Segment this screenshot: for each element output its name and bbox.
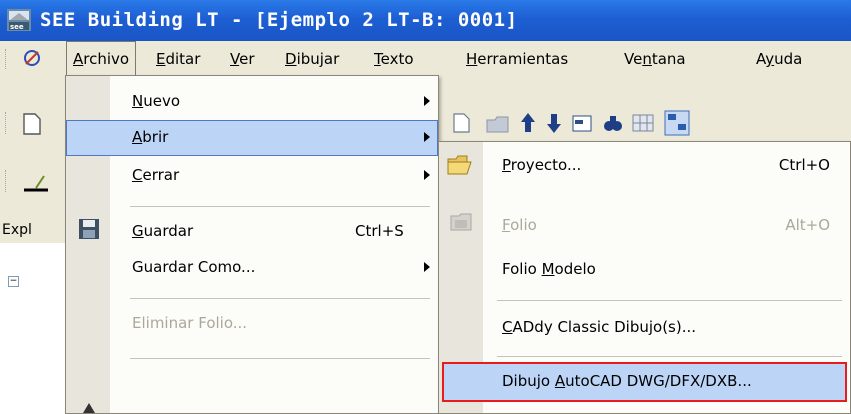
svg-text:see: see [10, 23, 24, 31]
menu-item-label: Nuevo [132, 92, 181, 110]
standard-toolbar [448, 100, 851, 144]
submenu-item-label: Folio Modelo [502, 260, 596, 278]
menu-separator [130, 206, 430, 207]
title-bar: see SEE Building LT - [Ejemplo 2 LT-B: 0… [0, 0, 851, 41]
menu-item-label: Guardar Como... [132, 258, 256, 276]
submenu-item-caddy[interactable]: CADdy Classic Dibujo(s)... [439, 308, 850, 348]
submenu-arrow-icon [424, 170, 430, 180]
menu-item-nuevo[interactable]: Nuevo [66, 84, 438, 120]
toolbar-grip-2[interactable] [5, 170, 9, 192]
menu-item-label: Eliminar Folio... [132, 314, 248, 332]
menu-item-label: Abrir [132, 128, 169, 146]
layout-toggle-icon[interactable] [664, 110, 690, 136]
menu-texto[interactable]: Texto [374, 50, 414, 68]
left-toolbar [0, 76, 70, 206]
submenu-separator [497, 356, 842, 357]
explorer-title: Expl [2, 222, 32, 238]
explorer-panel [0, 243, 67, 414]
window-title: SEE Building LT - [Ejemplo 2 LT-B: 0001] [40, 9, 518, 31]
menu-item-label: Cerrar [132, 166, 180, 184]
arrow-down-icon[interactable] [546, 112, 562, 134]
submenu-item-folio: Folio Alt+O [439, 206, 850, 246]
new-document-icon[interactable] [22, 112, 42, 136]
menu-item-label: Guardar [132, 222, 194, 240]
submenu-item-label: Folio [502, 216, 537, 234]
archivo-menu: Nuevo Abrir Cerrar Guardar Ctrl+S Guarda… [65, 75, 439, 414]
open-folder-icon [447, 155, 472, 175]
menu-archivo[interactable]: Archivo [66, 41, 137, 75]
shortcut-label: Ctrl+S [355, 222, 404, 240]
menu-ayuda[interactable]: Ayuda [756, 50, 802, 68]
binoculars-icon[interactable] [603, 112, 623, 134]
app-logo-icon: see [7, 9, 31, 31]
document-menu-icon[interactable] [22, 48, 42, 68]
submenu-item-proyecto[interactable]: Proyecto... Ctrl+O [439, 146, 850, 186]
properties-icon[interactable] [572, 113, 594, 133]
menu-item-guardar[interactable]: Guardar Ctrl+S [66, 214, 438, 250]
menu-ventana[interactable]: Ventana [624, 50, 686, 68]
new-file-icon[interactable] [452, 112, 472, 134]
submenu-separator [497, 300, 842, 301]
submenu-item-autocad[interactable]: Dibujo AutoCAD DWG/DFX/DXB... [442, 362, 847, 402]
shortcut-label: Alt+O [785, 216, 830, 234]
menu-separator [130, 298, 430, 299]
submenu-item-label: CADdy Classic Dibujo(s)... [502, 318, 697, 336]
tree-collapse-icon[interactable]: − [8, 276, 19, 287]
menu-editar[interactable]: Editar [156, 50, 200, 68]
toolbar-grip[interactable] [5, 112, 9, 134]
abrir-submenu: Proyecto... Ctrl+O Folio Alt+O Folio Mod… [438, 141, 851, 414]
menu-item-eliminar-folio: Eliminar Folio... [66, 306, 438, 342]
menubar-grip[interactable] [5, 49, 9, 69]
menu-bar: Archivo Editar Ver Dibujar Texto Herrami… [0, 41, 851, 76]
line-tool-icon[interactable] [22, 172, 52, 194]
arrow-up-icon[interactable] [520, 112, 536, 134]
open-folder-icon[interactable] [486, 114, 510, 134]
grid-icon[interactable] [632, 114, 654, 132]
partial-menu-icon [83, 403, 95, 413]
submenu-arrow-icon [424, 132, 430, 142]
submenu-item-label: Proyecto... [502, 156, 582, 174]
menu-dibujar[interactable]: Dibujar [285, 50, 339, 68]
submenu-item-folio-modelo[interactable]: Folio Modelo [439, 250, 850, 290]
submenu-item-label: Dibujo AutoCAD DWG/DFX/DXB... [502, 372, 752, 390]
menu-separator [130, 358, 430, 359]
menu-item-guardar-como[interactable]: Guardar Como... [66, 250, 438, 286]
menu-item-abrir[interactable]: Abrir [66, 120, 438, 156]
folio-icon [450, 213, 472, 231]
floppy-disk-icon [79, 219, 99, 239]
menu-herramientas[interactable]: Herramientas [466, 50, 568, 68]
menu-ver[interactable]: Ver [230, 50, 255, 68]
submenu-arrow-icon [424, 96, 430, 106]
menu-item-cerrar[interactable]: Cerrar [66, 158, 438, 194]
submenu-arrow-icon [424, 262, 430, 272]
shortcut-label: Ctrl+O [778, 156, 830, 174]
